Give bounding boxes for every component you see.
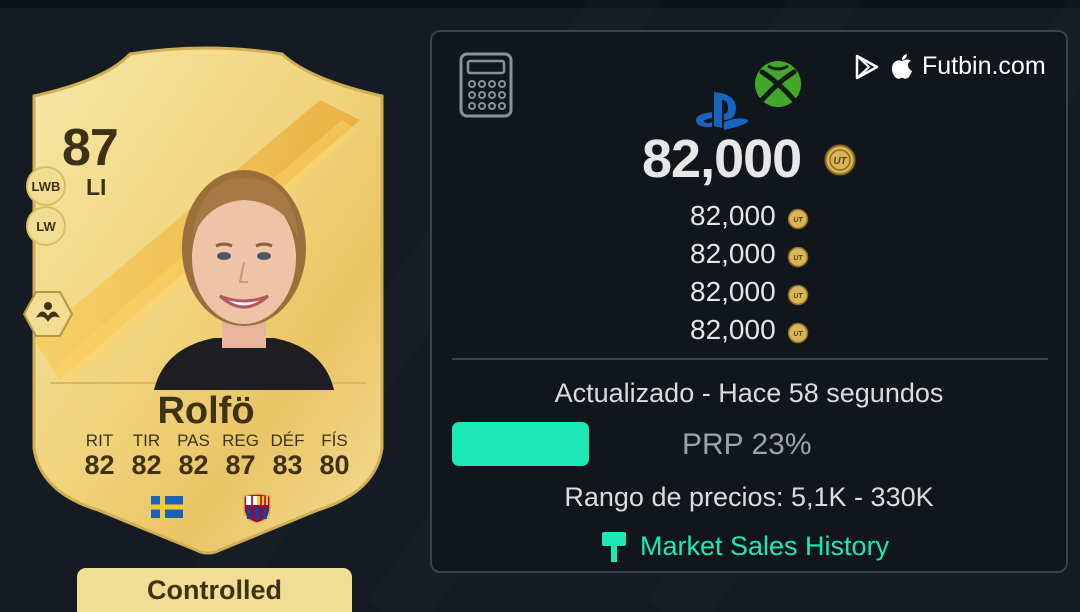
apple-icon[interactable] xyxy=(890,52,914,80)
player-position: LI xyxy=(86,174,107,200)
stat-label: FÍS xyxy=(321,431,348,450)
stat-passing: PAS 82 xyxy=(170,431,217,481)
svg-text:UT: UT xyxy=(793,293,803,300)
stat-label: RIT xyxy=(85,431,114,450)
stat-label: DÉF xyxy=(270,431,305,450)
stat-label: PAS xyxy=(177,431,210,450)
ut-coin-icon: UT xyxy=(824,144,856,176)
stat-value: 87 xyxy=(225,450,256,480)
market-sales-history-link[interactable]: Market Sales History xyxy=(600,530,889,562)
chemistry-style-tab[interactable]: Controlled xyxy=(77,568,352,612)
player-card[interactable]: 87 LI LWB LW Rolfö RIT 82 TIR 82 PAS 82 xyxy=(20,40,392,560)
playstation-icon[interactable] xyxy=(694,90,750,132)
stat-dribbling: REG 87 xyxy=(217,431,264,481)
sub-price: 82,000 xyxy=(690,200,776,231)
svg-text:UT: UT xyxy=(793,331,803,338)
ut-coin-icon: UT xyxy=(787,246,809,268)
stat-value: 83 xyxy=(272,450,303,480)
player-stats: RIT 82 TIR 82 PAS 82 REG 87 DÉF 83 FÍS 8… xyxy=(76,431,358,481)
prp-label: PRP 23% xyxy=(682,428,812,461)
sub-price: 82,000 xyxy=(690,276,776,307)
stat-label: REG xyxy=(222,431,259,450)
stat-defending: DÉF 83 xyxy=(264,431,311,481)
main-price: 82,000 xyxy=(642,129,802,189)
ut-coin-icon: UT xyxy=(787,322,809,344)
stat-value: 82 xyxy=(84,450,115,480)
divider xyxy=(452,358,1048,360)
ut-coin-icon: UT xyxy=(787,284,809,306)
alt-position-lwb: LWB xyxy=(26,166,66,206)
futbin-brand-link[interactable]: Futbin.com xyxy=(922,52,1046,81)
playstyle-icon xyxy=(22,291,74,337)
alt-position-lw: LW xyxy=(26,206,66,246)
sub-price: 82,000 xyxy=(690,314,776,345)
svg-text:UT: UT xyxy=(833,156,847,167)
stat-pace: RIT 82 xyxy=(76,431,123,481)
price-panel: Futbin.com 82,000 UT 82,000 82,000 82,00… xyxy=(430,30,1068,573)
svg-text:UT: UT xyxy=(793,217,803,224)
last-updated-text: Actualizado - Hace 58 segundos xyxy=(554,378,944,408)
prp-bar-fill xyxy=(452,422,590,466)
player-rating: 87 xyxy=(62,119,119,177)
stat-physical: FÍS 80 xyxy=(311,431,358,481)
signpost-icon xyxy=(602,532,626,562)
svg-text:UT: UT xyxy=(793,255,803,262)
stat-value: 80 xyxy=(319,450,350,480)
fc-barcelona-crest-icon xyxy=(243,493,271,524)
market-sales-history-label: Market Sales History xyxy=(640,530,890,561)
player-name: Rolfö xyxy=(157,390,255,432)
stat-value: 82 xyxy=(178,450,209,480)
stat-label: TIR xyxy=(132,431,161,450)
sweden-flag-icon xyxy=(151,496,183,518)
google-play-icon[interactable] xyxy=(854,54,880,80)
player-photo xyxy=(154,170,334,390)
price-range-text: Rango de precios: 5,1K - 330K xyxy=(564,482,934,512)
calculator-icon[interactable] xyxy=(459,52,513,118)
stat-value: 82 xyxy=(131,450,162,480)
stat-shooting: TIR 82 xyxy=(123,431,170,481)
xbox-icon[interactable] xyxy=(754,60,802,108)
ut-coin-icon: UT xyxy=(787,208,809,230)
sub-price: 82,000 xyxy=(690,238,776,269)
